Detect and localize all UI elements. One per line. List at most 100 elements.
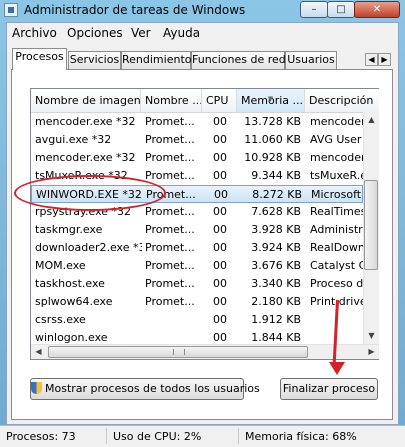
cell-user-name — [145, 311, 201, 329]
cell-user-name: Promet... — [145, 223, 195, 236]
cell-cpu: 00 — [213, 295, 227, 308]
cell-user-name: Promet... — [145, 259, 195, 272]
status-memory: Memoria física: 68% — [245, 430, 357, 443]
table-row[interactable]: avgui.exe *32 Promet... 00 11.060 KB AVG Use… — [31, 131, 363, 149]
cell-image-name: MOM.exe — [35, 259, 86, 272]
column-header-user-name[interactable]: Nombre ... — [141, 89, 202, 112]
cell-memory: 3.924 KB — [251, 241, 301, 254]
cell-description: AVG User I — [310, 133, 363, 146]
cell-memory: 3.676 KB — [251, 259, 301, 272]
menu-archivo[interactable]: Archivo — [12, 26, 57, 40]
list-header: Nombre de imagen Nombre ... CPU ▼ Memori… — [31, 89, 379, 113]
cell-image-name: avgui.exe *32 — [35, 133, 112, 146]
cell-user-name: Promet... — [145, 133, 195, 146]
cell-cpu: 00 — [213, 205, 227, 218]
cell-user-name: Promet... — [145, 151, 195, 164]
scroll-up-icon[interactable]: ▲ — [364, 112, 379, 128]
cell-image-name: downloader2.exe *32 — [35, 241, 142, 254]
tab-funciones-de-red[interactable]: Funciones de red — [191, 51, 286, 69]
cell-user-name: Promet... — [145, 205, 195, 218]
table-row[interactable]: splwow64.exe Promet... 00 2.180 KB Print dri… — [31, 293, 363, 311]
tab-rendimiento[interactable]: Rendimiento — [121, 51, 191, 69]
cell-memory: 1.912 KB — [251, 313, 301, 326]
column-header-cpu[interactable]: CPU — [202, 89, 237, 112]
cell-cpu: 00 — [213, 223, 227, 236]
cell-memory: 10.928 KB — [244, 151, 301, 164]
cell-image-name: mencoder.exe *32 — [35, 115, 136, 128]
annotation-arrow-head — [329, 362, 345, 375]
cell-memory: 2.180 KB — [251, 295, 301, 308]
cell-image-name: taskmgr.exe — [35, 223, 103, 236]
close-button[interactable]: ✕ — [354, 1, 400, 18]
show-all-processes-label: Mostrar procesos de todos los usuarios — [45, 382, 260, 395]
cell-cpu: 00 — [213, 115, 227, 128]
title-bar[interactable]: Administrador de tareas de Windows – □ ✕ — [0, 0, 405, 22]
column-header-memory[interactable]: ▼ Memoria ... — [237, 89, 305, 112]
menu-ver[interactable]: Ver — [131, 26, 151, 40]
minimize-button[interactable]: – — [300, 1, 328, 18]
cell-user-name: Promet... — [145, 277, 195, 290]
menu-ayuda[interactable]: Ayuda — [163, 26, 200, 40]
status-bar: Procesos: 73 Uso de CPU: 2% Memoria físi… — [0, 425, 405, 447]
cell-description: mencoder.e — [310, 115, 363, 128]
cell-cpu: 00 — [213, 133, 227, 146]
column-header-description[interactable]: Descripción — [305, 89, 379, 112]
status-separator — [238, 428, 239, 444]
cell-description: RealTimes — [310, 205, 363, 218]
status-processes: Procesos: 73 — [6, 430, 76, 443]
task-manager-icon — [4, 3, 18, 17]
table-row[interactable]: mencoder.exe *32 Promet... 00 13.728 KB menc… — [31, 113, 363, 131]
vertical-scroll-thumb[interactable] — [364, 180, 378, 270]
end-process-button[interactable]: Finalizar proceso — [280, 378, 378, 400]
scroll-right-icon[interactable]: ▶ — [364, 344, 379, 360]
cell-description: mencoder.e — [310, 151, 363, 164]
cell-cpu: 00 — [213, 241, 227, 254]
cell-memory: 7.628 KB — [251, 205, 301, 218]
cell-memory: 3.928 KB — [251, 223, 301, 236]
annotation-ellipse — [14, 175, 166, 211]
cell-user-name: Promet... — [145, 115, 195, 128]
tab-scroll-left-icon[interactable]: ◀ — [365, 53, 378, 66]
cell-image-name: taskhost.exe — [35, 277, 105, 290]
scroll-left-icon[interactable]: ◀ — [31, 344, 46, 360]
cell-memory: 13.728 KB — [244, 115, 301, 128]
column-header-image-name[interactable]: Nombre de imagen — [31, 89, 141, 112]
uac-shield-icon — [31, 382, 42, 394]
cell-image-name: csrss.exe — [35, 313, 86, 326]
cell-description: Catalyst C — [310, 259, 363, 272]
cell-description: RealDownl — [310, 241, 363, 254]
sort-arrow-icon: ▼ — [267, 95, 274, 103]
tab-servicios[interactable]: Servicios — [68, 51, 121, 69]
table-row[interactable]: csrss.exe 00 1.912 KB — [31, 311, 363, 329]
table-row[interactable]: mencoder.exe *32 Promet... 00 10.928 KB menc… — [31, 149, 363, 167]
cell-description: tsMuxeR.e — [310, 169, 363, 182]
cell-description: Administra — [310, 223, 363, 236]
cell-image-name: splwow64.exe — [35, 295, 113, 308]
maximize-button[interactable]: □ — [327, 1, 355, 18]
status-cpu: Uso de CPU: 2% — [113, 430, 202, 443]
show-all-processes-button[interactable]: Mostrar procesos de todos los usuarios — [30, 378, 260, 400]
cell-user-name: Promet... — [145, 295, 195, 308]
cell-cpu: 00 — [213, 259, 227, 272]
scroll-down-icon[interactable]: ▼ — [364, 328, 379, 344]
cell-user-name: Promet... — [145, 241, 195, 254]
tab-scroll-right-icon[interactable]: ▶ — [378, 53, 391, 66]
table-row[interactable]: downloader2.exe *32 Promet... 00 3.924 KB Re… — [31, 239, 363, 257]
cell-description: Microsoft C — [311, 188, 364, 201]
tab-usuarios[interactable]: Usuarios — [285, 51, 337, 69]
cell-memory: 8.272 KB — [252, 188, 302, 201]
cell-cpu: 00 — [213, 313, 227, 326]
table-row[interactable]: taskmgr.exe Promet... 00 3.928 KB Administra — [31, 221, 363, 239]
cell-memory: 9.344 KB — [251, 169, 301, 182]
table-row[interactable]: MOM.exe Promet... 00 3.676 KB Catalyst C — [31, 257, 363, 275]
cell-cpu: 00 — [213, 169, 227, 182]
cell-image-name: mencoder.exe *32 — [35, 151, 136, 164]
table-row[interactable]: taskhost.exe Promet... 00 3.340 KB Proceso d… — [31, 275, 363, 293]
window-title: Administrador de tareas de Windows — [24, 3, 246, 17]
horizontal-scroll-thumb[interactable] — [48, 346, 308, 358]
menu-opciones[interactable]: Opciones — [67, 26, 123, 40]
cell-description: Proceso de — [310, 277, 363, 290]
cell-cpu: 00 — [214, 188, 228, 201]
cell-memory: 11.060 KB — [244, 133, 301, 146]
tab-procesos[interactable]: Procesos — [12, 48, 67, 70]
